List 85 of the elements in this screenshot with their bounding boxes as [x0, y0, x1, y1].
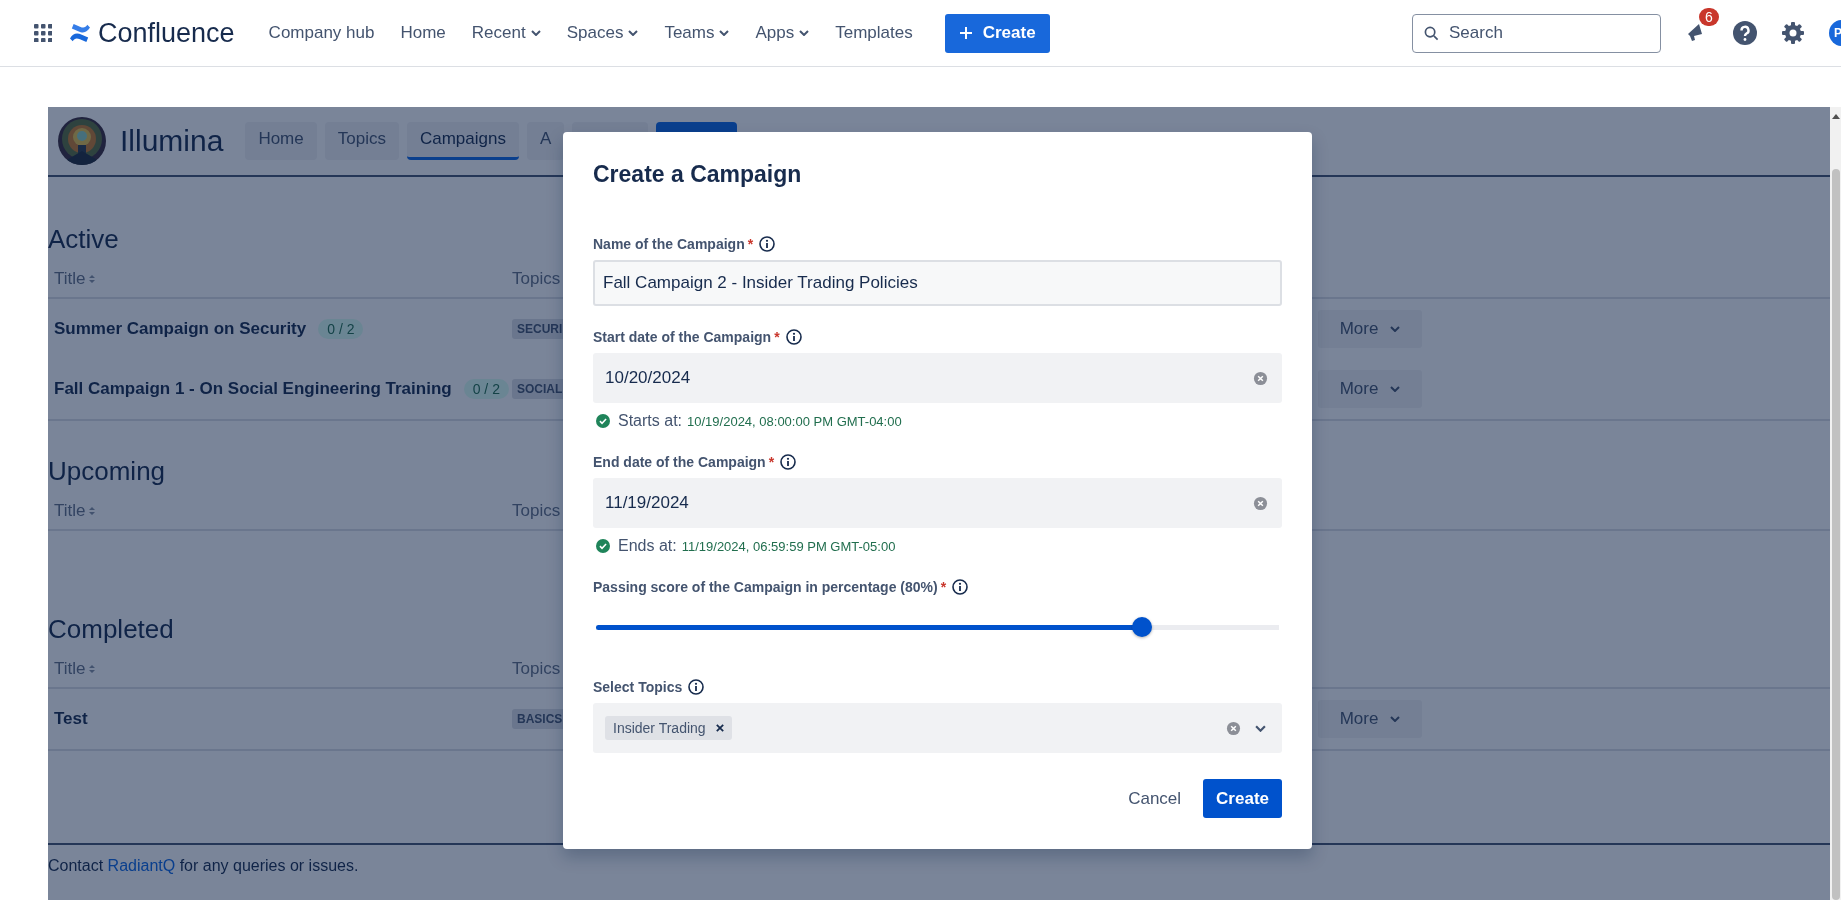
note-label: Ends at:	[618, 537, 677, 555]
date-picker[interactable]: 11/19/2024	[593, 478, 1282, 528]
clear-icon[interactable]	[1226, 720, 1241, 736]
nav-link[interactable]: Company hub	[268, 23, 375, 43]
note-value: 10/19/2024, 08:00:00 PM GMT-04:00	[687, 413, 902, 429]
nav-link[interactable]: Home	[400, 23, 446, 43]
plus-icon	[958, 26, 973, 40]
app-switcher-icon[interactable]	[34, 24, 52, 42]
chevron-down-icon	[799, 30, 810, 36]
app-name[interactable]: Confluence	[98, 17, 235, 49]
info-icon[interactable]	[759, 236, 776, 252]
help-icon[interactable]	[1733, 21, 1757, 45]
text-input[interactable]: Fall Campaign 2 - Insider Trading Policies	[593, 260, 1282, 306]
remove-icon[interactable]	[715, 724, 724, 732]
space-title: Illumina	[120, 124, 224, 158]
required-asterisk: *	[940, 579, 947, 595]
notification-badge: 6	[1699, 8, 1719, 26]
required-asterisk: *	[774, 329, 780, 345]
nav-link[interactable]: Spaces	[566, 23, 639, 43]
chevron-down-icon[interactable]	[1255, 724, 1266, 732]
tab[interactable]: Topics	[324, 122, 399, 160]
info-icon[interactable]	[688, 679, 705, 695]
required-asterisk: *	[768, 454, 775, 470]
tab[interactable]: Home	[245, 122, 317, 160]
check-circle-icon	[596, 414, 610, 428]
topic-chip: Insider Trading	[605, 716, 732, 740]
field-label: Name of the Campaign	[593, 236, 745, 252]
more-button[interactable]: More	[1318, 370, 1422, 408]
footer-text: Contact RadiantQ for any queries or issues.	[48, 856, 360, 876]
nav-link[interactable]: Teams	[664, 23, 730, 43]
multi-select-field[interactable]: Insider Trading	[593, 703, 1282, 753]
logo-icon[interactable]	[69, 23, 91, 43]
scroll-up-arrow-icon[interactable]	[1831, 113, 1840, 119]
search-field[interactable]: Search	[1412, 13, 1661, 53]
note-label: Starts at:	[618, 412, 683, 430]
cancel-button[interactable]: Cancel	[1126, 779, 1184, 818]
search-icon	[1424, 25, 1439, 41]
nav-link[interactable]: Templates	[835, 23, 913, 43]
field-label: End date of the Campaign	[593, 454, 766, 470]
column-header[interactable]: Title	[54, 269, 86, 289]
chevron-down-icon	[628, 30, 639, 36]
nav-link[interactable]: Recent	[471, 23, 541, 43]
column-header[interactable]: Title	[54, 659, 86, 679]
chevron-down-icon	[530, 30, 541, 36]
nav-link[interactable]: Apps	[755, 23, 810, 43]
progress-lozenge: 0 / 2	[318, 319, 364, 339]
check-circle-icon	[596, 539, 610, 553]
info-icon[interactable]	[780, 454, 797, 470]
tab[interactable]: Campaigns	[406, 122, 519, 160]
chevron-down-icon	[1390, 326, 1401, 332]
campaign-title[interactable]: Test	[54, 709, 88, 729]
scrollbar-thumb[interactable]	[1831, 169, 1840, 900]
date-picker[interactable]: 10/20/2024	[593, 353, 1282, 403]
user-avatar[interactable]: P	[1829, 20, 1841, 46]
clear-icon[interactable]	[1253, 495, 1268, 511]
slider-thumb[interactable]	[1132, 617, 1153, 637]
section-heading: Completed	[48, 613, 174, 646]
campaign-title[interactable]: Summer Campaign on Security	[54, 319, 307, 339]
chevron-down-icon	[719, 30, 730, 36]
column-header[interactable]: Topics	[512, 501, 561, 521]
column-header[interactable]: Title	[54, 501, 86, 521]
tab[interactable]: A	[526, 122, 565, 160]
clear-icon[interactable]	[1253, 370, 1268, 386]
field-label: Select Topics	[593, 679, 683, 695]
dialog-title: Create a Campaign	[593, 160, 803, 189]
column-header[interactable]: Topics	[512, 269, 561, 289]
chevron-down-icon	[1390, 386, 1401, 392]
required-asterisk: *	[747, 236, 754, 252]
section-heading: Active	[48, 223, 119, 256]
info-icon[interactable]	[785, 329, 802, 345]
link[interactable]: RadiantQ	[107, 857, 176, 874]
section-heading: Upcoming	[48, 455, 166, 488]
create-button[interactable]: Create	[944, 13, 1050, 53]
field-label: Passing score of the Campaign in percentage (80%)	[593, 579, 938, 595]
column-header[interactable]: Topics	[512, 659, 561, 679]
chevron-down-icon	[1390, 716, 1401, 722]
campaign-title[interactable]: Fall Campaign 1 - On Social Engineering Training	[54, 379, 452, 399]
create-button[interactable]: Create	[1203, 779, 1282, 818]
more-button[interactable]: More	[1318, 700, 1422, 738]
note-value: 11/19/2024, 06:59:59 PM GMT-05:00	[681, 538, 896, 554]
field-label: Start date of the Campaign	[593, 329, 772, 345]
scrollbar[interactable]	[1830, 107, 1841, 900]
progress-lozenge: 0 / 2	[463, 379, 509, 399]
more-button[interactable]: More	[1318, 310, 1422, 348]
info-icon[interactable]	[952, 579, 969, 595]
